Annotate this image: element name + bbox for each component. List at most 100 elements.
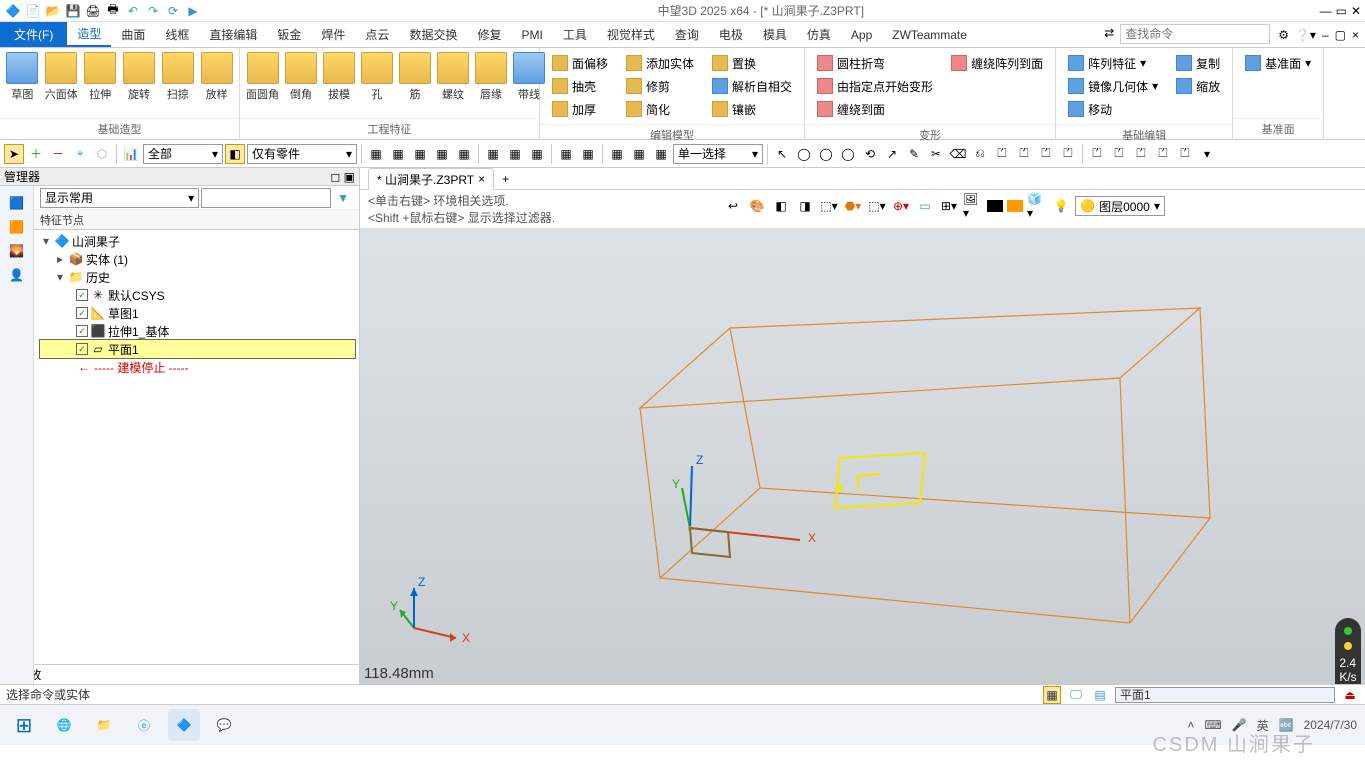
- sketch-button[interactable]: 草图: [4, 50, 41, 104]
- mgr-tab2-icon[interactable]: 🟧: [9, 220, 24, 234]
- max2-icon[interactable]: ▢: [1335, 28, 1346, 42]
- help-icon[interactable]: ❔▾: [1295, 28, 1316, 42]
- mgr-tab1-icon[interactable]: 🟦: [9, 196, 24, 210]
- layer-combo[interactable]: 🟡图层0000▾: [1075, 196, 1165, 216]
- ie-icon[interactable]: ⓔ: [128, 709, 160, 741]
- hex-icon[interactable]: ⬡: [92, 144, 112, 164]
- s19-icon[interactable]: ⏍: [1175, 144, 1195, 164]
- tab-direct-edit[interactable]: 直接编辑: [199, 22, 267, 47]
- target-icon[interactable]: ⌖: [70, 144, 90, 164]
- scale-button[interactable]: 缩放: [1172, 75, 1224, 97]
- s14-icon[interactable]: ⏍: [1058, 144, 1078, 164]
- mirror-button[interactable]: 镜像几何体▾: [1064, 75, 1162, 97]
- close2-icon[interactable]: ×: [1352, 28, 1359, 42]
- rib-button[interactable]: 筋: [397, 50, 433, 104]
- tab-teammate[interactable]: ZWTeammate: [882, 22, 977, 47]
- fillet-button[interactable]: 面圆角: [244, 50, 281, 104]
- s8-icon[interactable]: ✂: [926, 144, 946, 164]
- t11-icon[interactable]: ▦: [607, 144, 627, 164]
- pattern-button[interactable]: 阵列特征▾: [1064, 52, 1162, 74]
- t8-icon[interactable]: ▦: [527, 144, 547, 164]
- tab-repair[interactable]: 修复: [467, 22, 511, 47]
- tree-item-extrude1[interactable]: ✓⬛拉伸1_基体: [40, 322, 355, 340]
- cube-yellow-icon[interactable]: ◧: [225, 144, 245, 164]
- undock-icon[interactable]: ◻: [330, 170, 340, 184]
- vp-ico5[interactable]: ⬚▾: [819, 196, 839, 216]
- lip-button[interactable]: 唇缘: [473, 50, 509, 104]
- deform-point-button[interactable]: 由指定点开始变形: [813, 75, 937, 97]
- settings-icon[interactable]: ⚙: [1278, 28, 1289, 42]
- tree-item-plane1[interactable]: ✓▱平面1: [40, 340, 355, 358]
- t4-icon[interactable]: ▦: [432, 144, 452, 164]
- tab-surface[interactable]: 曲面: [111, 22, 155, 47]
- sb-layout-icon[interactable]: ▦: [1043, 686, 1061, 704]
- s9-icon[interactable]: ⌫: [948, 144, 968, 164]
- s16-icon[interactable]: ⏍: [1109, 144, 1129, 164]
- add-body-button[interactable]: 添加实体: [622, 52, 698, 74]
- s6-icon[interactable]: ↗: [882, 144, 902, 164]
- tab-tools[interactable]: 工具: [553, 22, 597, 47]
- new-icon[interactable]: 📄: [24, 2, 42, 20]
- vp-ico11[interactable]: 🖼▾: [963, 196, 983, 216]
- s20-icon[interactable]: ▾: [1197, 144, 1217, 164]
- min2-icon[interactable]: –: [1322, 28, 1329, 42]
- datum-plane-button[interactable]: 基准面▾: [1241, 52, 1315, 74]
- tab-wireframe[interactable]: 线框: [155, 22, 199, 47]
- mgr-tab3-icon[interactable]: 🌄: [9, 244, 24, 258]
- s12-icon[interactable]: ⏍: [1014, 144, 1034, 164]
- plus-icon[interactable]: ＋: [26, 144, 46, 164]
- replace-button[interactable]: 置换: [708, 52, 796, 74]
- tab-modeling[interactable]: 造型: [67, 22, 111, 47]
- vp-ico4[interactable]: ◨: [795, 196, 815, 216]
- t1-icon[interactable]: ▦: [366, 144, 386, 164]
- tab-data-exchange[interactable]: 数据交换: [399, 22, 467, 47]
- s2-icon[interactable]: ◯: [794, 144, 814, 164]
- close-icon[interactable]: ✕: [1351, 4, 1361, 18]
- s3-icon[interactable]: ◯: [816, 144, 836, 164]
- chamfer-button[interactable]: 倒角: [283, 50, 319, 104]
- t13-icon[interactable]: ▦: [651, 144, 671, 164]
- vp-ico8[interactable]: ⊕▾: [891, 196, 911, 216]
- display-mode-combo[interactable]: 显示常用▾: [40, 188, 199, 208]
- chart-icon[interactable]: 📊: [121, 144, 141, 164]
- trim-button[interactable]: 修剪: [622, 75, 698, 97]
- thicken-button[interactable]: 加厚: [548, 98, 612, 120]
- vp-ico6[interactable]: ⬣▾: [843, 196, 863, 216]
- play-icon[interactable]: ▶: [184, 2, 202, 20]
- tree-item-csys[interactable]: ✓✳默认CSYS: [40, 286, 355, 304]
- zw3d-task-icon[interactable]: 🔷: [168, 709, 200, 741]
- s1-icon[interactable]: ↖: [772, 144, 792, 164]
- draft-button[interactable]: 拔模: [321, 50, 357, 104]
- s5-icon[interactable]: ⟲: [860, 144, 880, 164]
- vp-ico12[interactable]: [987, 200, 1003, 212]
- move-button[interactable]: 移动: [1064, 98, 1162, 120]
- vp-ico1[interactable]: ↩: [723, 196, 743, 216]
- sb-monitor-icon[interactable]: 🖵: [1067, 686, 1085, 704]
- hole-button[interactable]: 孔: [359, 50, 395, 104]
- canvas-3d[interactable]: X Y Z X Y Z 118.48mm 2.4K/s 0.7K/s: [360, 228, 1365, 684]
- vp-ico14[interactable]: 🧊▾: [1027, 196, 1047, 216]
- s7-icon[interactable]: ✎: [904, 144, 924, 164]
- s13-icon[interactable]: ⏍: [1036, 144, 1056, 164]
- tab-sheetmetal[interactable]: 钣金: [267, 22, 311, 47]
- save-icon[interactable]: 💾: [64, 2, 82, 20]
- tree-item-history[interactable]: ▾📁历史: [40, 268, 355, 286]
- vp-ico10[interactable]: ⊞▾: [939, 196, 959, 216]
- simplify-button[interactable]: 简化: [622, 98, 698, 120]
- s11-icon[interactable]: ⏍: [992, 144, 1012, 164]
- tab-query[interactable]: 查询: [665, 22, 709, 47]
- file-menu[interactable]: 文件(F): [0, 22, 67, 47]
- extrude-button[interactable]: 拉伸: [82, 50, 119, 104]
- t9-icon[interactable]: ▦: [556, 144, 576, 164]
- box-button[interactable]: 六面体: [43, 50, 80, 104]
- undo-icon[interactable]: ↶: [124, 2, 142, 20]
- tab-weldment[interactable]: 焊件: [311, 22, 355, 47]
- tree-item-stop[interactable]: ←----- 建模停止 -----: [40, 358, 355, 376]
- collapse-icon[interactable]: ▣: [344, 170, 355, 184]
- explorer-icon[interactable]: 📁: [88, 709, 120, 741]
- open-icon[interactable]: 📂: [44, 2, 62, 20]
- copy-button[interactable]: 复制: [1172, 52, 1224, 74]
- tab-pmi[interactable]: PMI: [511, 22, 552, 47]
- filter-all-combo[interactable]: 全部▾: [143, 144, 223, 164]
- minimize-icon[interactable]: —: [1320, 4, 1332, 18]
